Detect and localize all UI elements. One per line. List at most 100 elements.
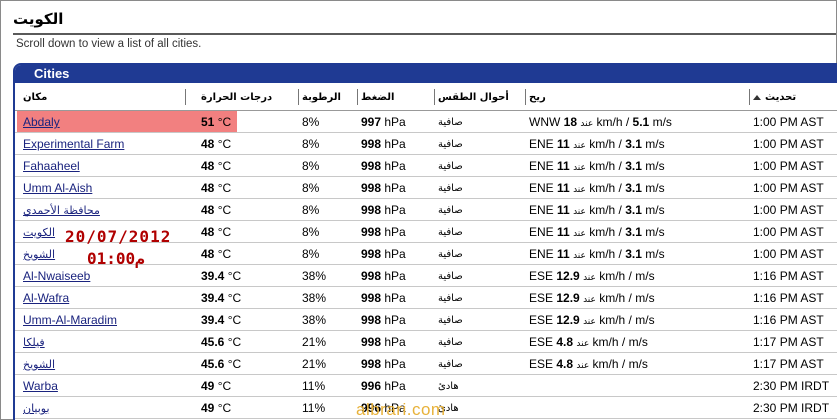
col-resize-handle[interactable] [298, 89, 299, 105]
conditions-value: صافية [438, 271, 463, 282]
sort-ascending-icon [753, 94, 761, 100]
pressure-number: 998 [361, 269, 382, 283]
wind-unit-ms: m/s [628, 335, 648, 349]
temperature-number: 48 [201, 203, 215, 217]
pressure-unit: hPa [384, 291, 406, 305]
wind-direction: ESE [529, 291, 554, 305]
humidity-value: 38% [302, 269, 327, 283]
city-link[interactable]: Al-Nwaiseeb [23, 269, 90, 283]
city-link[interactable]: Al-Wafra [23, 291, 69, 305]
temperature-number: 39.4 [201, 291, 225, 305]
wind-at-word: عند [583, 295, 596, 305]
table-row: فيلكا 45.6 °C 21% 998 hPa صافية ESE 4.8 عند k… [15, 331, 837, 353]
col-header-pressure[interactable]: الضغط [361, 92, 394, 103]
pressure-number: 998 [361, 181, 382, 195]
city-link[interactable]: Experimental Farm [23, 137, 124, 151]
wind-speed-ms: 3.1 [625, 225, 642, 239]
temperature-value: 48 °C [201, 159, 231, 173]
col-resize-handle[interactable] [525, 89, 526, 105]
pressure-unit: hPa [384, 357, 406, 371]
col-resize-handle[interactable] [185, 89, 186, 105]
wind-unit-kmh: km/h / [596, 115, 630, 129]
pressure-value: 998 hPa [361, 181, 406, 195]
city-link[interactable]: فيلكا [23, 336, 45, 349]
wind-unit-kmh: km/h / [589, 159, 622, 173]
pressure-unit: hPa [384, 335, 406, 349]
wind-unit-ms: m/s [645, 159, 665, 173]
city-link[interactable]: الشويخ [23, 248, 55, 261]
temperature-unit: °C [227, 291, 242, 305]
pressure-number: 998 [361, 225, 382, 239]
city-link[interactable]: Abdaly [23, 115, 60, 129]
wind-value: ESE 4.8 عند km/h / m/s [529, 357, 648, 371]
col-resize-handle[interactable] [749, 89, 750, 105]
pressure-number: 997 [361, 115, 382, 129]
city-link[interactable]: الكويت [23, 226, 55, 239]
temperature-unit: °C [217, 401, 232, 415]
city-link[interactable]: الشويخ [23, 358, 55, 371]
pressure-value: 998 hPa [361, 247, 406, 261]
pressure-unit: hPa [384, 313, 406, 327]
col-header-wind[interactable]: ريح [529, 92, 546, 103]
temperature-unit: °C [217, 247, 232, 261]
wind-speed-ms: 3.1 [625, 181, 642, 195]
pressure-number: 998 [361, 247, 382, 261]
wind-value: ESE 12.9 عند km/h / m/s [529, 313, 655, 327]
temperature-value: 49 °C [201, 379, 231, 393]
wind-unit-kmh: km/h / [599, 291, 632, 305]
city-link[interactable]: Fahaaheel [23, 159, 80, 173]
table-row: Umm-Al-Maradim 39.4 °C 38% 998 hPa صافية ESE … [15, 309, 837, 331]
city-link[interactable]: Umm-Al-Maradim [23, 313, 117, 327]
wind-speed-kmh: 12.9 [556, 291, 580, 305]
updated-time: 1:00 PM AST [753, 247, 824, 261]
temperature-unit: °C [227, 313, 242, 327]
col-header-place[interactable]: مكان [23, 92, 47, 103]
col-header-temperature[interactable]: درجات الحرارة [201, 92, 272, 103]
wind-at-word: عند [583, 273, 596, 283]
city-link[interactable]: Umm Al-Aish [23, 181, 92, 195]
col-header-updated-label: تحديث [765, 92, 797, 103]
temperature-value: 51 °C [201, 115, 231, 129]
col-resize-handle[interactable] [357, 89, 358, 105]
col-header-updated[interactable]: تحديث [753, 92, 796, 103]
temperature-value: 45.6 °C [201, 335, 241, 349]
page-subtitle: Scroll down to view a list of all cities… [16, 38, 202, 50]
updated-time: 2:30 PM IRDT [753, 379, 830, 393]
table-row: Experimental Farm 48 °C 8% 998 hPa صافية ENE … [15, 133, 837, 155]
table-row: Warba 49 °C 11% 996 hPa هادئ 2:30 PM IRDT [15, 375, 837, 397]
wind-unit-kmh: km/h / [589, 247, 622, 261]
col-resize-handle[interactable] [434, 89, 435, 105]
wind-speed-kmh: 11 [557, 225, 570, 239]
wind-at-word: عند [573, 207, 586, 217]
wind-unit-ms: m/s [635, 291, 655, 305]
conditions-value: صافية [438, 359, 463, 370]
col-header-conditions[interactable]: أحوال الطقس [438, 92, 509, 103]
pressure-unit: hPa [384, 379, 406, 393]
wind-direction: ESE [529, 357, 554, 371]
pressure-unit: hPa [384, 115, 406, 129]
city-link[interactable]: بوبيان [23, 402, 50, 415]
updated-time: 1:16 PM AST [753, 313, 824, 327]
wind-direction: ENE [529, 247, 554, 261]
temperature-value: 48 °C [201, 225, 231, 239]
temperature-number: 45.6 [201, 357, 225, 371]
pressure-value: 997 hPa [361, 115, 406, 129]
wind-unit-ms: m/s [645, 181, 665, 195]
updated-time: 1:17 PM AST [753, 357, 824, 371]
pressure-number: 998 [361, 357, 382, 371]
pressure-number: 998 [361, 159, 382, 173]
wind-value: ESE 12.9 عند km/h / m/s [529, 269, 655, 283]
temperature-value: 39.4 °C [201, 269, 241, 283]
wind-unit-kmh: km/h / [592, 335, 626, 349]
city-link[interactable]: Warba [23, 379, 58, 393]
city-link[interactable]: محافظة الأحمدي [23, 204, 100, 217]
watermark: albrari.com [356, 400, 446, 419]
temperature-unit: °C [217, 137, 232, 151]
conditions-value: صافية [438, 227, 463, 238]
temperature-unit: °C [217, 159, 232, 173]
temperature-value: 49 °C [201, 401, 231, 415]
wind-speed-kmh: 11 [557, 181, 570, 195]
pressure-value: 996 hPa [361, 379, 406, 393]
col-header-humidity[interactable]: الرطوبة [302, 92, 341, 103]
wind-at-word: عند [573, 163, 586, 173]
